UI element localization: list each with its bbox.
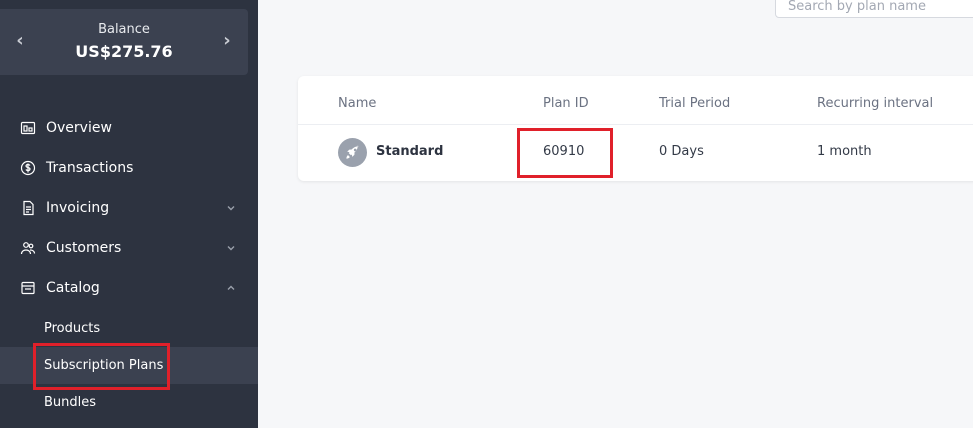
sidebar-item-customers[interactable]: Customers bbox=[0, 228, 258, 268]
chevron-down-icon bbox=[224, 201, 238, 215]
column-header-recurring-interval[interactable]: Recurring interval bbox=[817, 96, 933, 111]
sidebar-item-transactions[interactable]: Transactions bbox=[0, 148, 258, 188]
sidebar-subitem-label: Bundles bbox=[44, 395, 97, 410]
dollar-circle-icon bbox=[20, 160, 36, 176]
sidebar-item-label: Overview bbox=[46, 120, 112, 136]
users-icon bbox=[20, 240, 36, 256]
rocket-icon bbox=[338, 138, 367, 167]
search-input[interactable] bbox=[776, 0, 973, 17]
sidebar-item-label: Customers bbox=[46, 240, 122, 256]
search-box bbox=[775, 0, 973, 18]
trial-period: 0 Days bbox=[659, 144, 704, 159]
sidebar-item-catalog[interactable]: Catalog bbox=[0, 268, 258, 308]
sidebar-item-invoicing[interactable]: Invoicing bbox=[0, 188, 258, 228]
sidebar-subitem-products[interactable]: Products bbox=[0, 310, 258, 347]
balance-label: Balance bbox=[98, 22, 150, 37]
sidebar-item-label: Transactions bbox=[46, 160, 134, 176]
balance-value: US$275.76 bbox=[75, 42, 173, 61]
recurring-interval: 1 month bbox=[817, 144, 872, 159]
sidebar-subitem-label: Products bbox=[44, 321, 101, 336]
column-header-name[interactable]: Name bbox=[338, 96, 376, 111]
chevron-up-icon bbox=[224, 281, 238, 295]
sidebar-item-label: Catalog bbox=[46, 280, 100, 296]
chevron-down-icon bbox=[224, 241, 238, 255]
plans-table: Name Plan ID Trial Period Recurring inte… bbox=[298, 76, 973, 181]
column-header-trial-period[interactable]: Trial Period bbox=[659, 96, 730, 111]
highlight-box-subscription-plans bbox=[33, 343, 170, 390]
column-header-plan-id[interactable]: Plan ID bbox=[543, 96, 589, 111]
overview-icon bbox=[20, 120, 36, 136]
catalog-icon bbox=[20, 280, 36, 296]
sidebar-item-label: Invoicing bbox=[46, 200, 110, 216]
plan-name[interactable]: Standard bbox=[376, 144, 443, 159]
sidebar-item-overview[interactable]: Overview bbox=[0, 108, 258, 148]
invoice-icon bbox=[20, 200, 36, 216]
header-divider bbox=[298, 124, 973, 125]
highlight-box-plan-id bbox=[517, 128, 613, 178]
balance-next-arrow-icon[interactable]: › bbox=[217, 31, 237, 51]
balance-card: ‹ Balance US$275.76 › bbox=[0, 9, 248, 75]
